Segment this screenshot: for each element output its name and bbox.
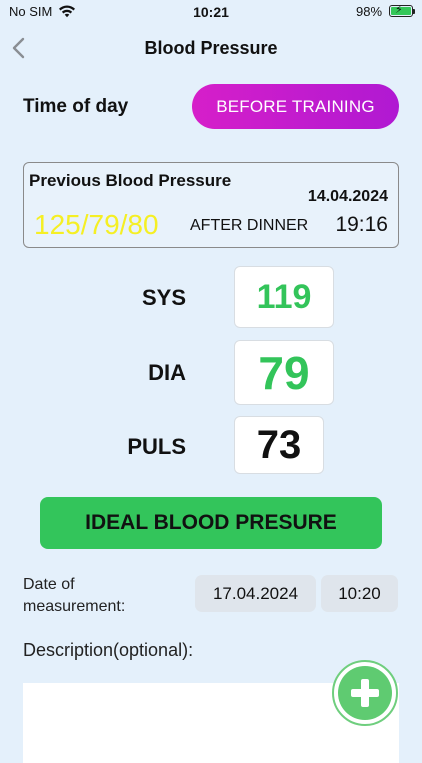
date-of-measurement-label: Date of measurement:: [23, 574, 125, 618]
puls-input[interactable]: 73: [234, 416, 324, 474]
sys-label: SYS: [141, 285, 186, 310]
battery-charging-icon: ⚡: [389, 4, 413, 17]
battery-percent: 98%: [356, 4, 383, 19]
bolt-icon: ⚡: [395, 4, 403, 16]
add-button[interactable]: [332, 660, 398, 726]
time-of-day-label: Time of day: [23, 96, 129, 117]
description-label: Description(optional):: [23, 640, 194, 660]
battery-nub: [413, 9, 415, 14]
previous-blood-pressure-card: Previous Blood Pressure 14.04.2024 125/7…: [23, 162, 399, 248]
previous-time-of-day: AFTER DINNER: [190, 217, 309, 234]
plus-icon: [351, 679, 379, 707]
ideal-blood-pressure-button[interactable]: IDEAL BLOOD PRESURE: [40, 497, 382, 549]
add-button-circle: [338, 666, 392, 720]
dia-input[interactable]: 79: [234, 340, 334, 405]
puls-label: PULS: [127, 434, 186, 459]
previous-date: 14.04.2024: [307, 188, 388, 205]
measurement-date-picker[interactable]: 17.04.2024: [195, 575, 316, 612]
sys-input[interactable]: 119: [234, 266, 334, 328]
previous-value: 125/79/80: [34, 209, 159, 240]
measurement-time-picker[interactable]: 10:20: [321, 575, 398, 612]
previous-time: 19:16: [335, 213, 388, 236]
dia-label: DIA: [148, 360, 186, 385]
date-of-measurement-label-line1: Date of: [23, 576, 75, 593]
page-title: Blood Pressure: [144, 38, 278, 58]
time-of-day-button[interactable]: BEFORE TRAINING: [192, 84, 399, 129]
date-of-measurement-label-line2: measurement:: [23, 598, 126, 615]
previous-title: Previous Blood Pressure: [29, 171, 232, 190]
